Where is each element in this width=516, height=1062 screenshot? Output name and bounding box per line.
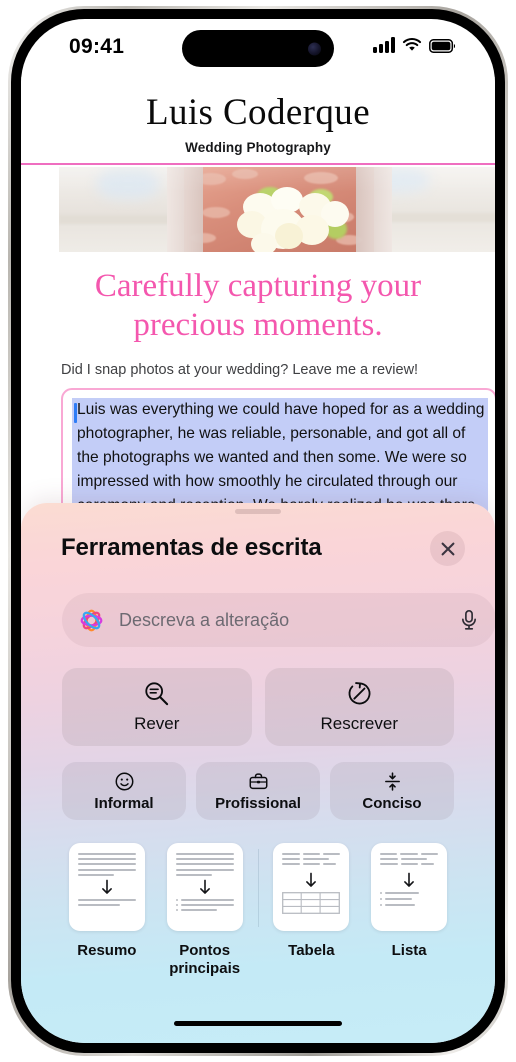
- arrow-down-icon: [306, 872, 317, 888]
- tabela-card[interactable]: Tabela: [262, 843, 360, 960]
- page-headline: Carefully capturing your precious moment…: [94, 268, 422, 343]
- resumo-label: Resumo: [77, 942, 137, 959]
- text-caret: [74, 403, 77, 423]
- rever-button[interactable]: Rever: [62, 668, 252, 746]
- describe-change-input[interactable]: Descreva a alteração: [62, 593, 495, 647]
- phone-frame: 09:41 Luis Coderque Wedding Photography: [8, 6, 508, 1056]
- status-bar: 09:41: [21, 19, 495, 77]
- battery-full-icon: [429, 39, 455, 53]
- mic-icon[interactable]: [458, 609, 480, 631]
- profissional-label: Profissional: [215, 794, 301, 812]
- pontos-principais-card[interactable]: Pontos principais: [156, 843, 254, 978]
- apple-intelligence-icon: [80, 609, 103, 631]
- rescrever-label: Rescrever: [320, 714, 398, 733]
- resumo-card[interactable]: Resumo: [58, 843, 156, 960]
- panel-title: Ferramentas de escrita: [61, 534, 322, 561]
- tabela-label: Tabela: [288, 942, 335, 959]
- proofread-magnifier-icon: [145, 682, 169, 706]
- hero-photo: [59, 167, 495, 252]
- primary-actions-row: Rever Rescrever: [62, 668, 454, 746]
- header-divider: [21, 163, 495, 165]
- arrow-down-icon: [404, 872, 415, 888]
- signal-bars-icon: [373, 37, 395, 53]
- key-points-document-icon: [166, 843, 243, 931]
- status-indicators: [373, 35, 455, 53]
- review-prompt: Did I snap photos at your wedding? Leave…: [61, 362, 419, 378]
- tone-actions-row: Informal Profissional Conciso: [62, 762, 454, 820]
- rescrever-button[interactable]: Rescrever: [264, 668, 454, 746]
- dynamic-island: [182, 30, 334, 67]
- wifi-icon: [402, 38, 422, 51]
- summary-document-icon: [68, 843, 145, 931]
- briefcase-icon: [249, 772, 267, 789]
- brand-subtitle: Wedding Photography: [185, 140, 331, 155]
- phone-bezel: 09:41 Luis Coderque Wedding Photography: [11, 9, 505, 1053]
- profissional-button[interactable]: Profissional: [196, 762, 320, 820]
- conciso-label: Conciso: [362, 794, 422, 812]
- table-grid-icon: [282, 892, 341, 915]
- lista-card[interactable]: Lista: [360, 843, 458, 960]
- close-button[interactable]: [430, 531, 465, 566]
- smiley-face-icon: [115, 772, 133, 790]
- drag-handle-icon[interactable]: [235, 509, 281, 514]
- cards-divider: [257, 849, 259, 927]
- brand-title: Luis Coderque: [145, 92, 371, 133]
- home-indicator[interactable]: [174, 1020, 342, 1026]
- conciso-button[interactable]: Conciso: [330, 762, 454, 820]
- informal-button[interactable]: Informal: [62, 762, 186, 820]
- rever-label: Rever: [134, 714, 180, 733]
- writing-tools-panel: Ferramentas de escrita Descreva a altera…: [21, 503, 495, 1043]
- status-time: 09:41: [69, 35, 125, 58]
- close-icon: [441, 542, 454, 555]
- table-document-icon: [273, 843, 350, 931]
- site-header: Luis Coderque Wedding Photography: [21, 77, 495, 165]
- compress-arrows-icon: [384, 771, 400, 791]
- lista-label: Lista: [391, 942, 427, 959]
- arrow-down-icon: [199, 879, 210, 894]
- list-document-icon: [371, 843, 448, 931]
- pontos-principais-label: Pontos principais: [169, 942, 241, 977]
- rewrite-circular-arrow-icon: [348, 682, 371, 705]
- format-cards-row: Resumo Pontos principais Tabela Lista: [58, 843, 458, 978]
- describe-placeholder: Descreva a alteração: [119, 609, 290, 630]
- arrow-down-icon: [101, 879, 112, 894]
- front-camera-icon: [308, 42, 321, 55]
- phone-screen: 09:41 Luis Coderque Wedding Photography: [21, 19, 495, 1043]
- informal-label: Informal: [94, 794, 154, 812]
